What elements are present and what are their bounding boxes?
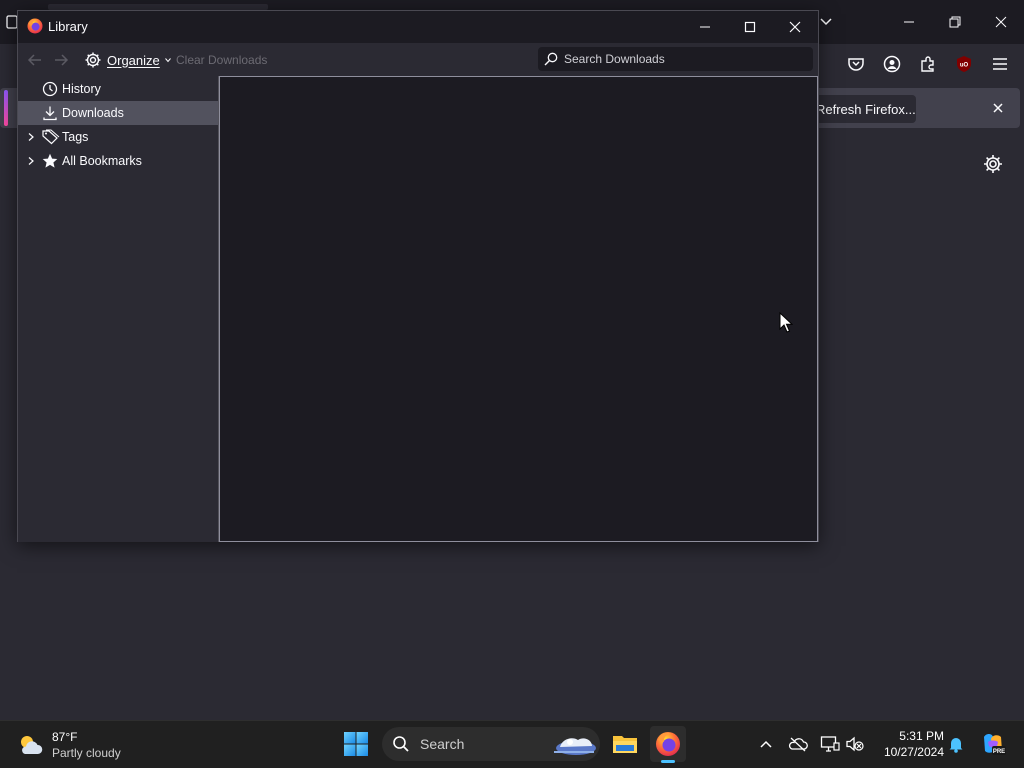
account-icon[interactable] bbox=[880, 52, 904, 76]
sidebar-item-history[interactable]: History bbox=[18, 77, 218, 101]
system-clock[interactable]: 5:31 PM 10/27/2024 bbox=[872, 728, 944, 760]
mouse-cursor-icon bbox=[779, 312, 793, 334]
expand-chevron-right-icon[interactable] bbox=[26, 156, 36, 166]
sidebar-item-label: All Bookmarks bbox=[62, 154, 142, 168]
downloads-list[interactable] bbox=[219, 76, 818, 542]
library-title: Library bbox=[48, 19, 88, 34]
show-hidden-icons-chevron-up-icon[interactable] bbox=[756, 734, 776, 754]
svg-text:PRE: PRE bbox=[993, 749, 1005, 755]
onedrive-offline-icon[interactable] bbox=[788, 734, 808, 754]
sidebar-item-tags[interactable]: Tags bbox=[18, 125, 218, 149]
notification-bell-icon[interactable] bbox=[946, 734, 966, 754]
search-highlight-illustration-icon bbox=[546, 730, 598, 758]
taskbar-search-box[interactable]: Search bbox=[382, 727, 600, 761]
sidebar-item-label: History bbox=[62, 82, 101, 96]
new-tab-settings-gear-icon[interactable] bbox=[982, 153, 1004, 175]
library-maximize-icon[interactable] bbox=[727, 13, 773, 41]
gear-icon bbox=[84, 51, 102, 69]
tag-icon bbox=[42, 129, 60, 145]
clear-downloads-button[interactable]: Clear Downloads bbox=[176, 53, 267, 67]
network-icon[interactable] bbox=[820, 734, 840, 754]
library-close-icon[interactable] bbox=[772, 13, 818, 41]
expand-chevron-right-icon[interactable] bbox=[26, 132, 36, 142]
clock-icon bbox=[42, 81, 58, 97]
firefox-close-icon[interactable] bbox=[978, 8, 1024, 36]
extensions-icon[interactable] bbox=[916, 52, 940, 76]
search-icon bbox=[392, 735, 410, 753]
ublock-icon[interactable]: uO bbox=[952, 52, 976, 76]
sidebar-item-label: Tags bbox=[62, 130, 89, 144]
download-icon bbox=[42, 105, 58, 121]
weather-temperature: 87°F bbox=[52, 730, 78, 744]
firefox-logo-icon bbox=[27, 18, 43, 34]
organize-menu-button[interactable]: Organize bbox=[84, 49, 171, 71]
volume-muted-icon[interactable] bbox=[845, 734, 865, 754]
library-window: Library Organize Clear Downloads Search … bbox=[17, 10, 819, 542]
firefox-restore-icon[interactable] bbox=[932, 8, 978, 36]
organize-label: Organize bbox=[107, 52, 160, 68]
firefox-running-indicator bbox=[661, 760, 675, 763]
firefox-taskbar-icon[interactable] bbox=[650, 726, 686, 762]
clock-date: 10/27/2024 bbox=[883, 745, 944, 759]
list-all-tabs-chevron-down-icon[interactable] bbox=[816, 12, 836, 32]
dropdown-chevron-icon bbox=[164, 57, 171, 63]
taskbar-search-label: Search bbox=[420, 736, 465, 752]
refresh-firefox-button[interactable]: Refresh Firefox... bbox=[806, 95, 916, 123]
file-explorer-icon[interactable] bbox=[607, 726, 643, 762]
notification-close-icon[interactable] bbox=[988, 98, 1008, 118]
search-downloads-box[interactable] bbox=[538, 47, 813, 71]
menu-icon[interactable] bbox=[988, 52, 1012, 76]
copilot-icon[interactable]: PRE bbox=[980, 731, 1006, 757]
forward-arrow-icon[interactable] bbox=[52, 51, 70, 69]
library-sidebar: History Downloads Tags All Bookmarks bbox=[18, 76, 218, 542]
back-arrow-icon[interactable] bbox=[26, 51, 44, 69]
sidebar-item-all-bookmarks[interactable]: All Bookmarks bbox=[18, 149, 218, 173]
weather-description: Partly cloudy bbox=[52, 746, 121, 760]
firefox-minimize-icon[interactable] bbox=[886, 8, 932, 36]
partly-cloudy-icon bbox=[16, 731, 44, 759]
weather-widget[interactable]: 87°F Partly cloudy bbox=[16, 727, 121, 763]
svg-text:uO: uO bbox=[960, 63, 969, 69]
library-minimize-icon[interactable] bbox=[682, 13, 728, 41]
search-icon bbox=[544, 52, 558, 66]
sidebar-item-label: Downloads bbox=[62, 106, 124, 120]
windows-start-icon[interactable] bbox=[342, 730, 370, 758]
pocket-icon[interactable] bbox=[844, 52, 868, 76]
clock-time: 5:31 PM bbox=[899, 729, 944, 743]
notification-accent bbox=[4, 90, 8, 126]
sidebar-item-downloads[interactable]: Downloads bbox=[18, 101, 218, 125]
star-icon bbox=[42, 153, 58, 169]
search-downloads-input[interactable] bbox=[564, 52, 804, 66]
